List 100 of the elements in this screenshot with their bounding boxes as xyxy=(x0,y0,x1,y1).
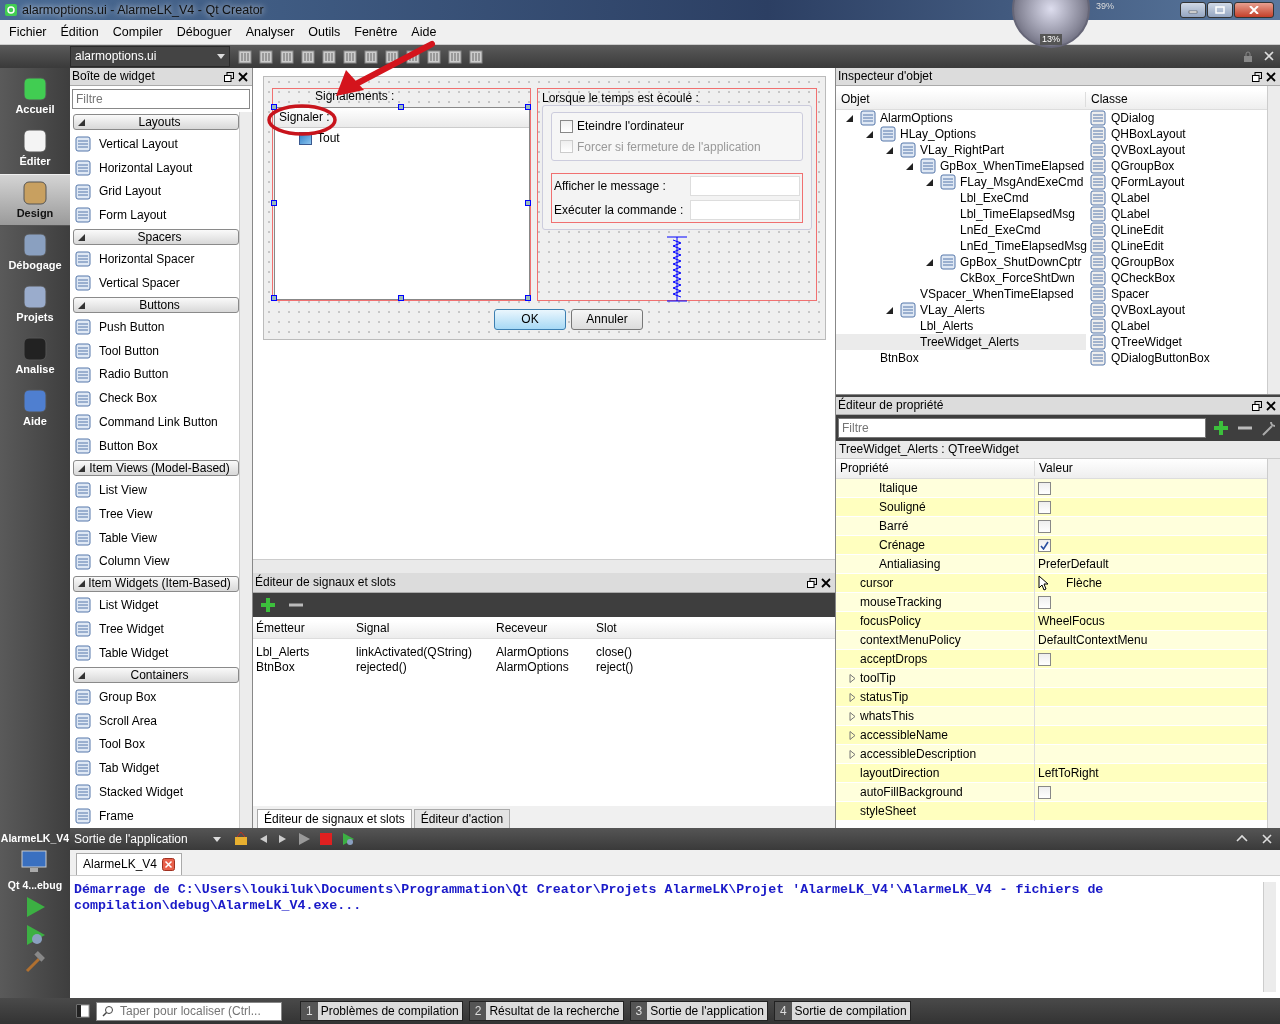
widget-item[interactable]: Table Widget xyxy=(73,641,239,666)
output-pane-button[interactable]: 2 Résultat de la recherche xyxy=(468,1001,624,1021)
widget-item[interactable]: Scroll Area xyxy=(73,708,239,733)
category-header[interactable]: Buttons xyxy=(73,297,239,314)
scrollbar[interactable] xyxy=(239,112,252,828)
resize-handle[interactable] xyxy=(271,199,277,206)
category-header[interactable]: Layouts xyxy=(73,114,239,130)
output-pane-button[interactable]: 3 Sortie de l'application xyxy=(629,1001,768,1021)
column-header[interactable]: Signal xyxy=(353,621,493,638)
category-header[interactable]: Spacers xyxy=(73,229,239,246)
expanded-arrow-icon[interactable] xyxy=(925,258,933,266)
column-header[interactable]: Classe xyxy=(1086,92,1128,107)
expanded-arrow-icon[interactable] xyxy=(845,114,853,122)
property-value[interactable]: PreferDefault xyxy=(1038,556,1109,572)
sidebar-toggle-icon[interactable] xyxy=(76,1004,90,1018)
close-icon[interactable] xyxy=(1266,71,1276,82)
tree-row[interactable]: AlarmOptions xyxy=(836,110,1086,126)
scrollbar[interactable] xyxy=(1263,882,1276,992)
filter-field[interactable]: Filtre xyxy=(838,418,1206,438)
menu-item[interactable]: Fichier xyxy=(2,22,54,42)
layout-tool-icon[interactable] xyxy=(469,49,483,64)
plus-icon[interactable] xyxy=(259,596,277,614)
widget-item[interactable]: List Widget xyxy=(73,593,239,618)
widget-item[interactable]: Grid Layout xyxy=(73,179,239,204)
mode-button[interactable]: Projets xyxy=(0,278,70,330)
menu-item[interactable]: Analyser xyxy=(238,22,302,42)
expanded-arrow-icon[interactable] xyxy=(905,162,913,170)
tree-row[interactable]: GpBox_ShutDownCptr xyxy=(836,254,1086,270)
float-icon[interactable] xyxy=(1252,400,1262,411)
tree-row[interactable]: TreeWidget_Alerts xyxy=(836,334,1086,350)
float-icon[interactable] xyxy=(807,577,817,588)
mode-button[interactable]: Accueil xyxy=(0,70,70,122)
tree-row[interactable]: VLay_Alerts xyxy=(836,302,1086,318)
widget-item[interactable]: Tool Button xyxy=(73,338,239,363)
widget-item[interactable]: Group Box xyxy=(73,685,239,709)
layout-tool-icon[interactable] xyxy=(343,49,357,64)
close-icon[interactable] xyxy=(1266,400,1276,411)
monitor-icon[interactable] xyxy=(20,848,50,875)
layout-tool-icon[interactable] xyxy=(301,49,315,64)
resize-handle[interactable] xyxy=(271,104,277,110)
tree-row[interactable]: VSpacer_WhenTimeElapsed xyxy=(836,286,1086,302)
expanded-arrow-icon[interactable] xyxy=(925,178,933,186)
scrollbar[interactable] xyxy=(1267,86,1280,394)
menu-item[interactable]: Déboguer xyxy=(169,22,239,42)
widget-item[interactable]: Tree Widget xyxy=(73,617,239,642)
tree-row[interactable]: FLay_MsgAndExeCmd xyxy=(836,174,1086,190)
file-selector[interactable]: alarmoptions.ui xyxy=(70,46,230,67)
widget-item[interactable]: Horizontal Layout xyxy=(73,155,239,180)
property-value[interactable]: WheelFocus xyxy=(1038,613,1105,629)
property-value[interactable]: Flèche xyxy=(1066,575,1103,591)
widget-item[interactable]: Radio Button xyxy=(73,362,239,387)
tab[interactable]: Éditeur d'action xyxy=(413,808,511,828)
tree-row[interactable]: Lbl_Alerts xyxy=(836,318,1086,334)
lock-icon[interactable] xyxy=(1242,50,1254,63)
maximize-button[interactable] xyxy=(1207,2,1233,18)
widget-item[interactable]: Stacked Widget xyxy=(73,780,239,805)
widget-item[interactable]: Push Button xyxy=(73,315,239,339)
close-icon[interactable] xyxy=(238,71,248,82)
checkbox[interactable] xyxy=(1038,595,1051,609)
menu-item[interactable]: Outils xyxy=(301,22,348,42)
column-header[interactable]: Émetteur xyxy=(253,621,353,638)
tree-row[interactable]: LnEd_TimeElapsedMsg xyxy=(836,238,1086,254)
wrench-icon[interactable] xyxy=(1260,419,1278,437)
layout-tool-icon[interactable] xyxy=(280,49,294,64)
scrollbar[interactable] xyxy=(1267,459,1280,828)
checkbox[interactable] xyxy=(1038,500,1051,514)
tree-row[interactable]: Lbl_TimeElapsedMsg xyxy=(836,206,1086,222)
resize-handle[interactable] xyxy=(398,104,404,110)
mode-button[interactable]: Éditer xyxy=(0,122,70,174)
tree-row[interactable]: GpBox_WhenTimeElapsed xyxy=(836,158,1086,174)
mode-button[interactable]: Débogage xyxy=(0,226,70,278)
expanded-arrow-icon[interactable] xyxy=(865,130,873,138)
widget-item[interactable]: List View xyxy=(73,478,239,502)
mode-button[interactable]: Aide xyxy=(0,382,70,434)
resize-handle[interactable] xyxy=(398,295,404,301)
debug-run-icon[interactable] xyxy=(341,832,355,846)
widget-item[interactable]: Tree View xyxy=(73,501,239,526)
widget-item[interactable]: Vertical Layout xyxy=(73,132,239,156)
resize-handle[interactable] xyxy=(525,295,531,301)
property-value[interactable]: LeftToRight xyxy=(1038,765,1099,781)
expanded-arrow-icon[interactable] xyxy=(885,306,893,314)
dialog-button[interactable]: Annuler xyxy=(571,309,643,330)
resize-handle[interactable] xyxy=(525,199,531,206)
close-button[interactable] xyxy=(1234,2,1274,18)
menu-item[interactable]: Fenêtre xyxy=(347,22,405,42)
checkbox[interactable] xyxy=(1038,519,1051,533)
menu-item[interactable]: Compiler xyxy=(105,22,170,42)
output-pane-button[interactable]: 4 Sortie de compilation xyxy=(773,1001,911,1021)
mode-button[interactable]: Analise xyxy=(0,330,70,382)
checkbox[interactable] xyxy=(1038,785,1051,799)
column-header[interactable]: Slot xyxy=(593,621,693,638)
float-icon[interactable] xyxy=(1252,71,1262,82)
filter-field[interactable]: Filtre xyxy=(72,89,250,109)
widget-item[interactable]: Horizontal Spacer xyxy=(73,247,239,272)
widget-item[interactable]: Tab Widget xyxy=(73,756,239,781)
resize-handle[interactable] xyxy=(271,295,277,301)
collapse-icon[interactable] xyxy=(1236,834,1248,842)
layout-tool-icon[interactable] xyxy=(427,49,441,64)
output-pane-button[interactable]: 1 Problèmes de compilation xyxy=(300,1001,463,1021)
layout-tool-icon[interactable] xyxy=(385,49,399,64)
